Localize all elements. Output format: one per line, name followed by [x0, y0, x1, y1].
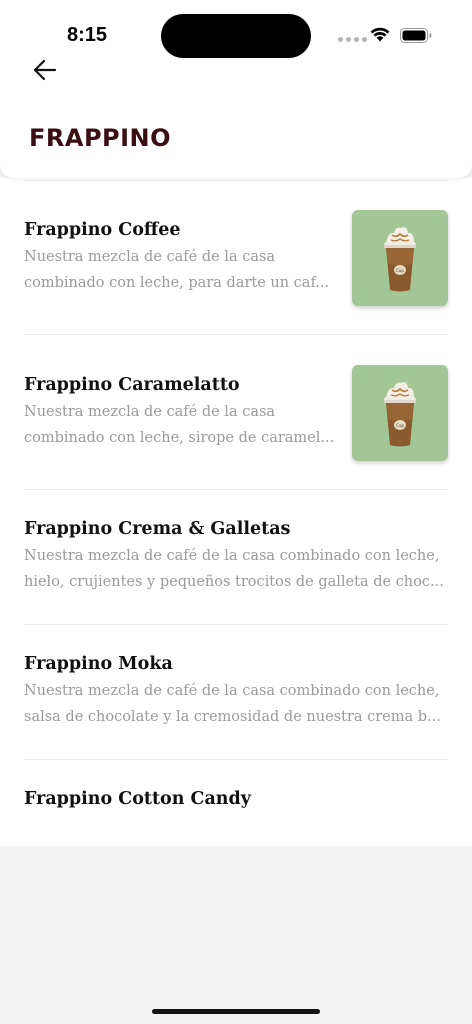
battery-icon	[400, 28, 432, 43]
item-name: Frappino Caramelatto	[24, 375, 240, 395]
wifi-icon	[370, 27, 390, 42]
svg-text:Cup: Cup	[396, 423, 404, 428]
item-description-line: salsa de chocolate y la cremosidad de nu…	[24, 709, 441, 725]
status-time: 8:15	[66, 24, 108, 46]
item-name: Frappino Cotton Candy	[24, 789, 251, 809]
item-description: Nuestra mezcla de café de la casa combin…	[24, 543, 444, 595]
list-item[interactable]: Frappino Caramelatto Nuestra mezcla de c…	[0, 334, 472, 489]
header: FRAPPINO	[0, 58, 472, 178]
item-description-line: Nuestra mezcla de café de la casa	[24, 404, 276, 420]
item-description-line: Nuestra mezcla de café de la casa	[24, 249, 276, 265]
status-bar: 8:15	[0, 0, 472, 60]
item-name: Frappino Crema & Galletas	[24, 519, 291, 539]
item-description-line: Nuestra mezcla de café de la casa combin…	[24, 548, 440, 564]
svg-text:Cup: Cup	[396, 268, 404, 273]
item-description: Nuestra mezcla de café de la casa combin…	[24, 678, 444, 730]
list-item[interactable]: Frappino Crema & Galletas Nuestra mezcla…	[0, 489, 472, 624]
item-description: Nuestra mezcla de café de la casa combin…	[24, 244, 340, 296]
frappe-cup-icon: Cup	[384, 382, 416, 447]
item-name: Frappino Coffee	[24, 220, 181, 240]
page-title: FRAPPINO	[29, 124, 172, 152]
product-list: Frappino Coffee Nuestra mezcla de café d…	[0, 178, 472, 846]
list-item[interactable]: Frappino Cotton Candy	[0, 759, 472, 846]
item-description-line: combinado con leche, sirope de caramel..…	[24, 430, 335, 446]
arrow-left-icon	[33, 59, 57, 81]
screen: 8:15 FRAPPINO Frappino Coffee Nuestra me…	[0, 0, 472, 1024]
item-description: Nuestra mezcla de café de la casa combin…	[24, 399, 340, 451]
item-name: Frappino Moka	[24, 654, 173, 674]
dynamic-island	[161, 14, 311, 58]
item-description-line: combinado con leche, para darte un caf..…	[24, 275, 330, 291]
list-item[interactable]: Frappino Moka Nuestra mezcla de café de …	[0, 624, 472, 759]
back-button[interactable]	[28, 58, 62, 82]
item-image: Cup	[352, 210, 448, 306]
item-image: Cup	[352, 365, 448, 461]
item-description-line: hielo, crujientes y pequeños trocitos de…	[24, 574, 444, 590]
item-description-line: Nuestra mezcla de café de la casa combin…	[24, 683, 440, 699]
list-item[interactable]: Frappino Coffee Nuestra mezcla de café d…	[0, 178, 472, 334]
home-indicator[interactable]	[152, 1009, 320, 1014]
frappe-cup-icon: Cup	[384, 227, 416, 292]
cellular-signal-icon	[338, 37, 367, 42]
